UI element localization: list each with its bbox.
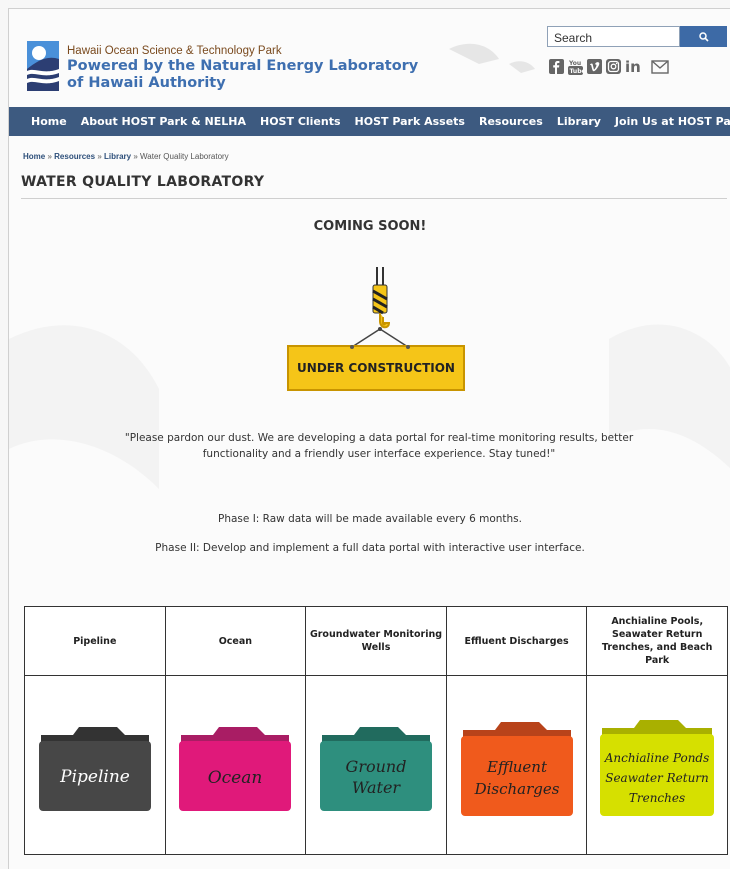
folder-label: Water — [352, 778, 401, 797]
search-input[interactable] — [548, 28, 679, 48]
breadcrumb-separator: » — [133, 152, 138, 161]
cell-pipeline: Pipeline — [24, 675, 166, 855]
folder-label: Ocean — [208, 768, 263, 788]
page: Hawaii Ocean Science & Technology Park P… — [0, 0, 730, 869]
folder-label: Trenches — [629, 791, 685, 805]
header-anchialine: Anchialine Pools, Seawater Return Trench… — [586, 606, 728, 676]
instagram-icon[interactable] — [606, 59, 621, 74]
nav-about[interactable]: About HOST Park & NELHA — [67, 115, 246, 128]
breadcrumb-separator: » — [97, 152, 102, 161]
nav-host-park-assets[interactable]: HOST Park Assets — [341, 115, 465, 128]
mail-icon[interactable] — [651, 59, 669, 74]
cell-effluent: Effluent Discharges — [445, 675, 588, 855]
folder-label: Discharges — [473, 780, 559, 798]
title-divider — [21, 198, 727, 199]
breadcrumb: Home » Resources » Library » Water Quali… — [23, 152, 229, 161]
folder-anchialine[interactable]: Anchialine Ponds Seawater Return Trenche… — [594, 712, 721, 818]
table-row: Pipeline Ocean Ground Water Effluent Dis… — [24, 675, 728, 855]
social-links: YouTube in — [549, 58, 669, 75]
pardon-message: "Please pardon our dust. We are developi… — [124, 432, 634, 460]
data-folders-table: Pipeline Ocean Groundwater Monitoring We… — [24, 606, 728, 855]
host-park-logo[interactable] — [27, 41, 59, 91]
nav-host-clients[interactable]: HOST Clients — [246, 115, 341, 128]
nav-join-us[interactable]: Join Us at HOST Park — [601, 115, 730, 128]
coming-soon-heading: COMING SOON! — [313, 219, 427, 234]
vimeo-icon[interactable] — [587, 59, 602, 74]
folder-ocean[interactable]: Ocean — [173, 717, 298, 813]
folder-groundwater[interactable]: Ground Water — [313, 717, 438, 813]
folder-body — [319, 741, 432, 811]
linkedin-icon[interactable]: in — [625, 59, 647, 74]
folder-label: Ground — [346, 757, 407, 776]
folder-label: Effluent — [486, 758, 548, 776]
facebook-icon[interactable] — [549, 59, 564, 74]
folder-label: Pipeline — [59, 767, 130, 787]
breadcrumb-separator: » — [47, 152, 52, 161]
svg-text:You: You — [568, 60, 581, 67]
search-button[interactable] — [680, 26, 727, 47]
org-name-line2[interactable]: Powered by the Natural Energy Laboratory… — [67, 58, 427, 92]
under-construction-sign: UNDER CONSTRUCTION — [297, 361, 455, 375]
breadcrumb-current: Water Quality Laboratory — [140, 152, 229, 161]
site-frame: Hawaii Ocean Science & Technology Park P… — [8, 8, 730, 869]
folder-effluent[interactable]: Effluent Discharges — [454, 712, 579, 818]
phase-two-text: Phase II: Develop and implement a full d… — [155, 542, 585, 554]
folder-body — [460, 736, 573, 816]
folder-label: Seawater Return — [605, 771, 709, 785]
breadcrumb-resources[interactable]: Resources — [54, 152, 95, 161]
cell-anchialine: Anchialine Ponds Seawater Return Trenche… — [586, 675, 728, 855]
svg-text:Tube: Tube — [570, 68, 584, 75]
search-icon — [698, 31, 709, 42]
nav-library[interactable]: Library — [543, 115, 601, 128]
page-title: WATER QUALITY LABORATORY — [21, 174, 265, 190]
folder-label: Anchialine Ponds — [604, 751, 710, 765]
header-groundwater: Groundwater Monitoring Wells — [305, 606, 447, 676]
header-ocean: Ocean — [164, 606, 307, 676]
svg-text:in: in — [625, 59, 641, 74]
nav-resources[interactable]: Resources — [465, 115, 543, 128]
cell-ocean: Ocean — [164, 675, 307, 855]
org-name-line1: Hawaii Ocean Science & Technology Park — [67, 45, 282, 57]
youtube-icon[interactable]: YouTube — [568, 58, 583, 75]
header-effluent: Effluent Discharges — [445, 606, 588, 676]
folder-pipeline[interactable]: Pipeline — [32, 717, 157, 813]
search-box — [547, 26, 680, 48]
phase-one-text: Phase I: Raw data will be made available… — [218, 513, 522, 525]
cell-groundwater: Ground Water — [305, 675, 447, 855]
main-nav: Home About HOST Park & NELHA HOST Client… — [9, 107, 730, 136]
breadcrumb-home[interactable]: Home — [23, 152, 45, 161]
header-pipeline: Pipeline — [24, 606, 166, 676]
breadcrumb-library[interactable]: Library — [104, 152, 131, 161]
table-header-row: Pipeline Ocean Groundwater Monitoring We… — [24, 606, 728, 676]
nav-home[interactable]: Home — [9, 115, 67, 128]
